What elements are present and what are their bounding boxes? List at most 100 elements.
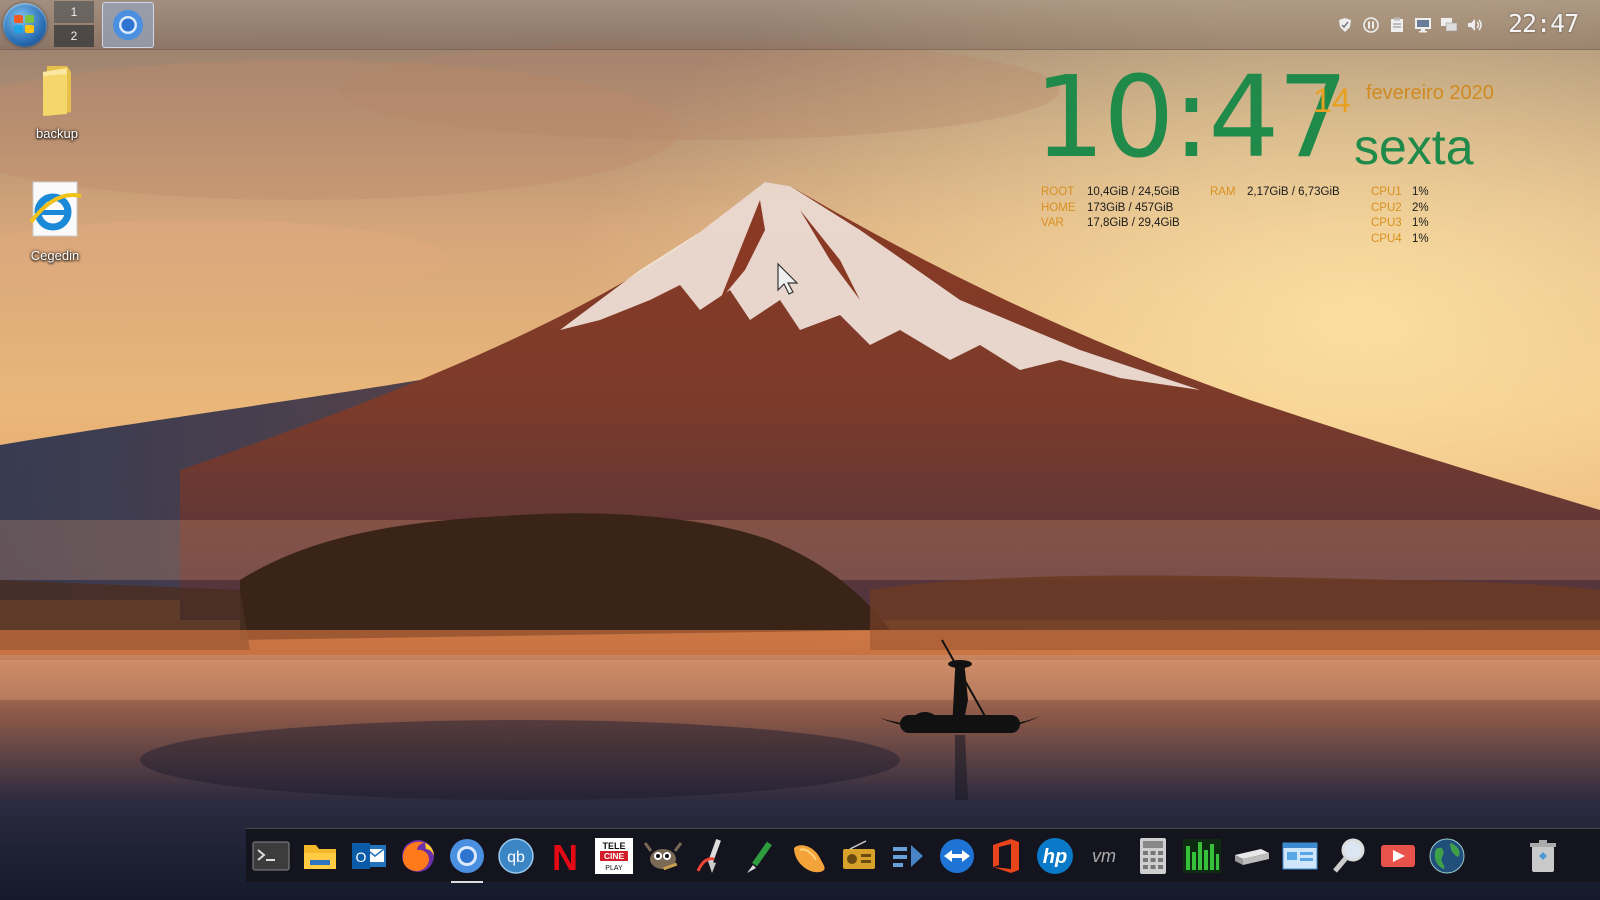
terminal-icon — [252, 841, 289, 871]
qbittorrent-icon: qb — [497, 838, 534, 874]
transfer-icon — [892, 845, 923, 867]
search-icon — [1332, 838, 1364, 873]
vmware-icon: vm — [1092, 846, 1116, 866]
gimp-icon — [643, 842, 682, 871]
dock-item-chromium[interactable] — [442, 829, 491, 883]
chromium-icon — [449, 839, 484, 873]
radio-icon — [842, 840, 875, 869]
color-picker-icon — [746, 841, 772, 873]
volume-icon[interactable] — [1466, 16, 1484, 34]
desktop-icon-label: Cegedin — [30, 248, 80, 263]
panel-clock[interactable]: 22:47 — [1508, 9, 1598, 39]
svg-text:N: N — [552, 838, 578, 874]
system-monitor-icon — [1182, 839, 1221, 873]
workspace-1[interactable]: 1 — [54, 1, 94, 23]
svg-text:O: O — [355, 849, 366, 865]
svg-text:vm: vm — [1092, 846, 1116, 866]
dock-item-radio[interactable] — [834, 829, 883, 883]
screen-recorder-icon — [1380, 845, 1415, 867]
folder-icon — [43, 66, 71, 116]
dock-item-globe[interactable] — [1422, 829, 1471, 883]
workspace-2[interactable]: 2 — [54, 25, 94, 47]
network-icon[interactable] — [1440, 16, 1458, 34]
globe-icon — [1429, 838, 1464, 874]
desktop-icon-label: backup — [36, 126, 78, 141]
dock-item-color-picker[interactable] — [736, 829, 785, 883]
stat-key: ROOT — [1041, 186, 1075, 198]
control-panel-icon — [1282, 842, 1317, 870]
hp-icon: hp — [1036, 838, 1073, 874]
top-panel: 1 2 22:47 — [0, 0, 1600, 50]
internet-explorer-icon — [29, 181, 82, 237]
telecine-icon: TELE CINE PLAY — [594, 838, 633, 874]
chromium-icon — [113, 10, 143, 40]
monitor-icon[interactable] — [1414, 16, 1432, 34]
dock-item-control-panel[interactable] — [1275, 829, 1324, 883]
dock-item-file-manager[interactable] — [295, 829, 344, 883]
outlook-icon: O — [351, 843, 386, 869]
stat-key: VAR — [1041, 217, 1064, 229]
stat-value: 1% — [1412, 186, 1429, 198]
stat-key: CPU1 — [1371, 186, 1402, 198]
stat-row-cpu1: CPU1 1% — [1371, 185, 1429, 201]
dock-item-transfer[interactable] — [883, 829, 932, 883]
dock: O qb N TELE CINE PLAY hp vm — [246, 828, 1600, 883]
netflix-icon: N — [552, 838, 578, 874]
desktop-icon-cegedin[interactable]: Cegedin — [20, 180, 90, 263]
stat-row-cpu2: CPU2 2% — [1371, 201, 1429, 217]
active-indicator — [451, 881, 483, 883]
dock-item-office[interactable] — [981, 829, 1030, 883]
file-manager-icon — [303, 845, 336, 869]
svg-text:hp: hp — [1042, 846, 1066, 868]
dock-item-netflix[interactable]: N — [540, 829, 589, 883]
dock-item-firefox[interactable] — [393, 829, 442, 883]
desktop-icon-backup[interactable]: backup — [22, 62, 92, 141]
system-tray — [1336, 14, 1484, 36]
conky-day: 14 — [1313, 82, 1351, 120]
dock-item-gimp[interactable] — [638, 829, 687, 883]
stat-value: 1% — [1412, 217, 1429, 229]
conky-disk-stats: ROOT 10,4GiB / 24,5GiB HOME 173GiB / 457… — [1041, 185, 1180, 232]
dock-item-outlook[interactable]: O — [344, 829, 393, 883]
stat-key: CPU3 — [1371, 217, 1402, 229]
stat-value: 173GiB / 457GiB — [1087, 201, 1174, 214]
stat-key: RAM — [1210, 186, 1236, 198]
dock-item-search[interactable] — [1324, 829, 1373, 883]
teamviewer-icon — [939, 839, 974, 873]
scanner-icon — [1234, 849, 1269, 865]
office-icon — [992, 839, 1019, 873]
svg-text:PLAY: PLAY — [605, 865, 623, 872]
conky-time: 10:47 — [1034, 53, 1349, 183]
stat-row-ram: RAM 2,17GiB / 6,73GiB — [1210, 185, 1340, 201]
conky-weekday: sexta — [1354, 119, 1474, 175]
dock-item-scanner[interactable] — [1226, 829, 1275, 883]
dock-item-teamviewer[interactable] — [932, 829, 981, 883]
mango-icon — [793, 845, 825, 873]
dock-item-paint[interactable] — [687, 829, 736, 883]
dock-item-vmware[interactable]: vm — [1079, 829, 1128, 883]
stat-row-cpu3: CPU3 1% — [1371, 216, 1429, 232]
dock-item-telecine[interactable]: TELE CINE PLAY — [589, 829, 638, 883]
firefox-icon — [401, 840, 434, 872]
dock-item-hp[interactable]: hp — [1030, 829, 1079, 883]
start-menu-button[interactable] — [3, 3, 47, 47]
stat-key: CPU2 — [1371, 201, 1402, 214]
clipboard-icon[interactable] — [1388, 16, 1406, 34]
dock-item-screen-recorder[interactable] — [1373, 829, 1422, 883]
pause-icon[interactable] — [1362, 16, 1380, 34]
taskbar-chromium-window[interactable] — [102, 2, 154, 48]
windows-flag-icon — [14, 15, 36, 35]
dock-item-system-monitor[interactable] — [1177, 829, 1226, 883]
stat-value: 2,17GiB / 6,73GiB — [1247, 186, 1340, 198]
paint-icon — [696, 839, 721, 873]
shield-icon[interactable] — [1336, 16, 1354, 34]
dock-item-qbittorrent[interactable]: qb — [491, 829, 540, 883]
dock-item-terminal[interactable] — [246, 829, 295, 883]
calculator-icon — [1139, 838, 1166, 874]
dock-item-calculator[interactable] — [1128, 829, 1177, 883]
workspace-pager: 1 2 — [54, 1, 94, 47]
stat-row-cpu4: CPU4 1% — [1371, 232, 1429, 248]
dock-item-trash[interactable] — [1518, 829, 1567, 883]
dock-item-mango[interactable] — [785, 829, 834, 883]
svg-text:TELE: TELE — [602, 841, 625, 851]
